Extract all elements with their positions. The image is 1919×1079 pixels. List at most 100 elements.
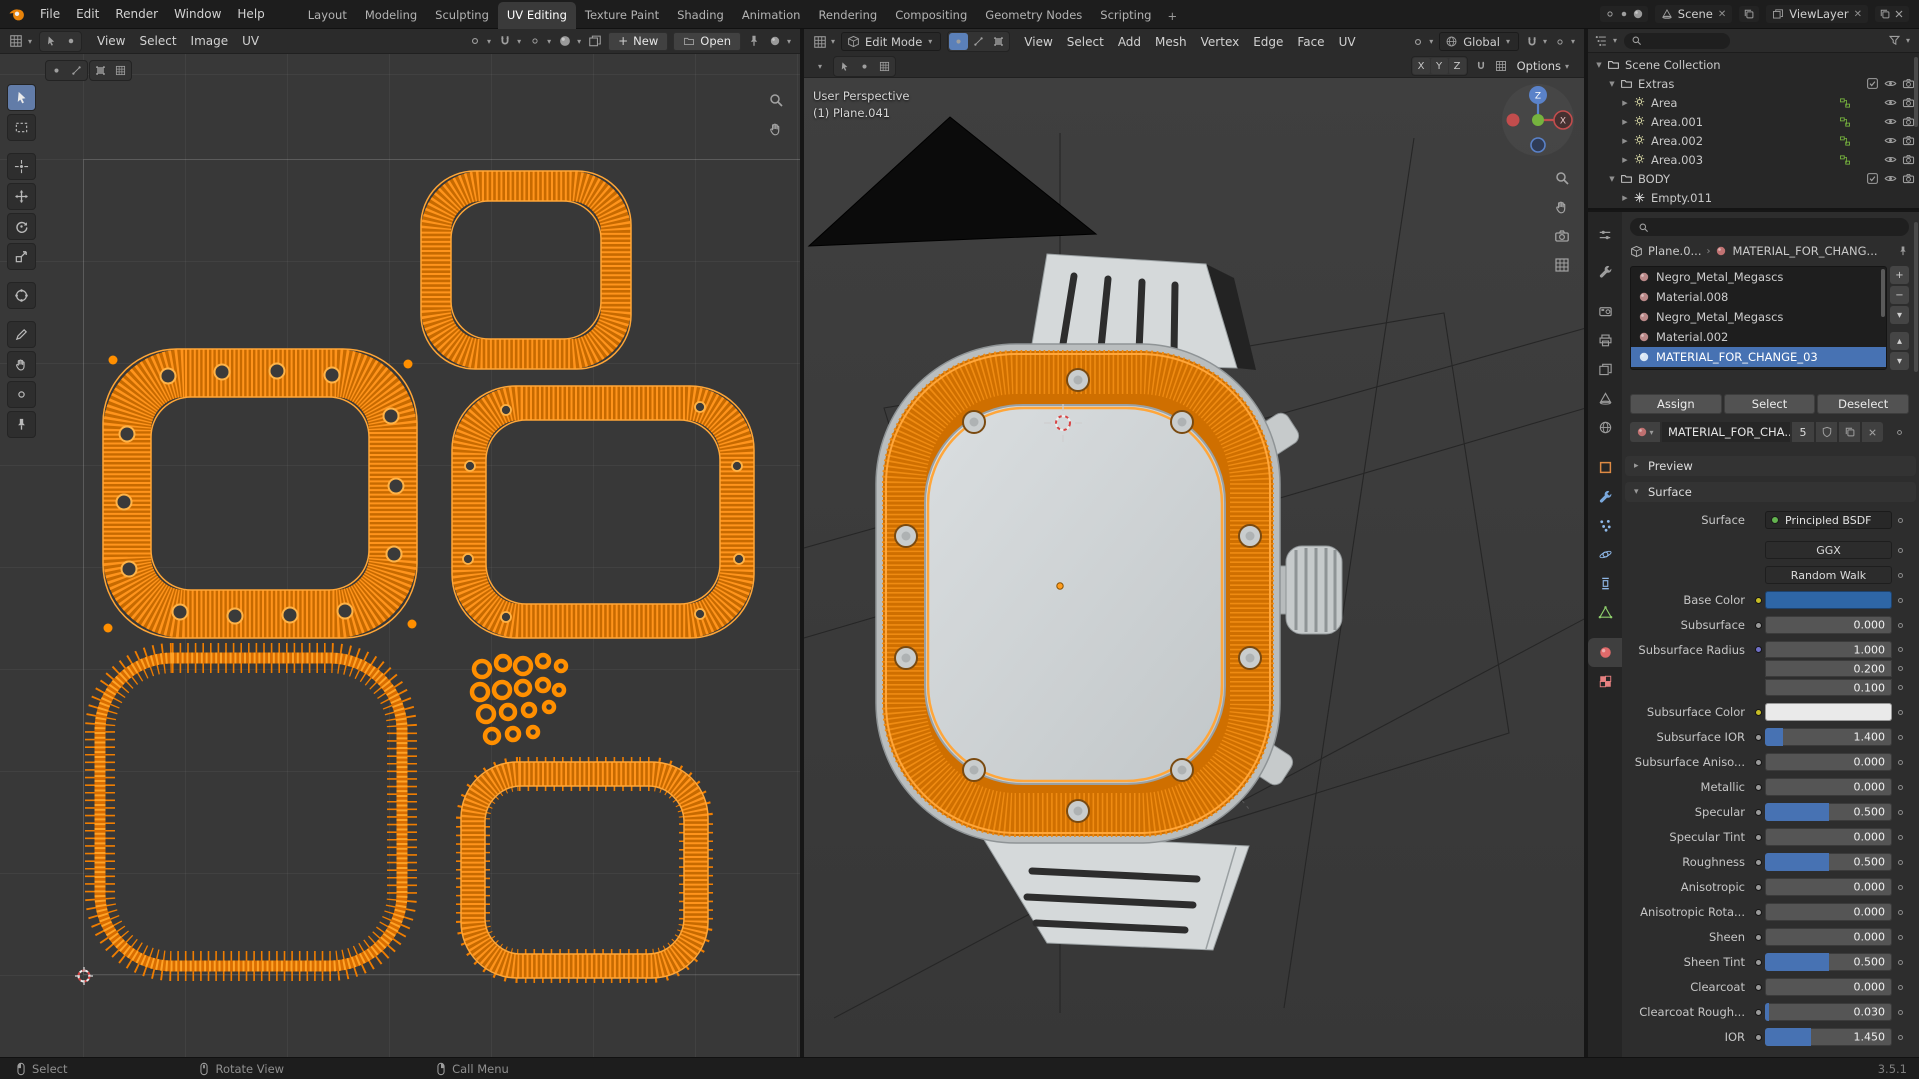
viewlayer-selector[interactable]: ViewLayer ✕	[1766, 5, 1868, 23]
outliner-item-label[interactable]: Scene Collection	[1625, 58, 1721, 72]
viewport-menu-select[interactable]: Select	[1060, 32, 1111, 52]
viewport-hand-icon[interactable]	[1554, 199, 1570, 215]
number-field[interactable]: 0.100	[1765, 679, 1892, 696]
menu-edit[interactable]: Edit	[68, 3, 107, 25]
overlay-extra-icon[interactable]	[1491, 57, 1511, 76]
decorator-dot[interactable]	[1898, 834, 1903, 840]
proportional-edit-icon[interactable]	[1550, 32, 1570, 51]
decorator-dot[interactable]	[1898, 622, 1903, 628]
editor-type-button[interactable]	[1594, 34, 1608, 48]
uv-island-select-icon[interactable]	[111, 62, 130, 79]
scene-selector[interactable]: Scene ✕	[1654, 5, 1733, 23]
falloff-icon[interactable]	[555, 32, 575, 51]
display-mode-icons[interactable]	[1599, 6, 1648, 22]
slot-specials-button[interactable]: ▾	[1890, 306, 1909, 324]
properties-tab-object-data[interactable]	[1588, 598, 1622, 627]
viewlayer-buttons[interactable]	[1875, 6, 1909, 22]
properties-tab-physics[interactable]	[1588, 540, 1622, 569]
decorator-dot[interactable]	[1898, 572, 1903, 578]
overlay-icon-3[interactable]	[875, 58, 894, 75]
decorator-dot[interactable]	[1898, 784, 1903, 790]
properties-scrollbar[interactable]	[1914, 222, 1918, 372]
outliner-item-label[interactable]: Extras	[1638, 77, 1674, 91]
new-image-button[interactable]: + New	[608, 31, 669, 51]
properties-tab-material[interactable]	[1588, 638, 1622, 667]
properties-tab-tool[interactable]	[1588, 257, 1622, 286]
material-slot-material-008[interactable]: Material.008	[1631, 287, 1886, 307]
slider-anisotropic[interactable]: 0.000	[1765, 878, 1892, 896]
slider-clearcoat[interactable]: 0.000	[1765, 978, 1892, 996]
tool-scale[interactable]	[7, 243, 36, 270]
outliner-row-empty-011[interactable]: ▶ Empty.011	[1588, 188, 1919, 207]
expand-arrow[interactable]: ▶	[1619, 194, 1631, 202]
slider-specular[interactable]: 0.500	[1765, 803, 1892, 821]
workspace-tab-animation[interactable]: Animation	[733, 2, 810, 29]
camera-icon[interactable]	[1902, 172, 1915, 185]
properties-tab-modifiers[interactable]	[1588, 482, 1622, 511]
expand-arrow[interactable]: ▼	[1593, 61, 1605, 69]
distribution-dropdown[interactable]: GGX	[1765, 541, 1892, 559]
workspace-tab-texture-paint[interactable]: Texture Paint	[576, 2, 668, 29]
uv-island-bezel-left[interactable]	[102, 348, 418, 639]
add-slot-button[interactable]: +	[1890, 266, 1909, 284]
decorator-dot[interactable]	[1898, 547, 1903, 553]
remove-slot-button[interactable]: −	[1890, 286, 1909, 304]
uv-menu-uv[interactable]: UV	[235, 31, 266, 51]
slider-specular-tint[interactable]: 0.000	[1765, 828, 1892, 846]
new-viewlayer-icon[interactable]	[1879, 8, 1891, 20]
blender-logo-icon[interactable]	[6, 5, 28, 23]
viewport-menu-face[interactable]: Face	[1290, 32, 1331, 52]
proportional-edit-icon[interactable]	[525, 32, 545, 51]
move-slot-down-button[interactable]: ▾	[1890, 352, 1909, 370]
surface-section-header[interactable]: ▾ Surface	[1625, 482, 1916, 502]
outliner-item-label[interactable]: Area.001	[1651, 115, 1703, 129]
decorator-dot[interactable]	[1898, 734, 1903, 740]
move-slot-up-button[interactable]: ▴	[1890, 332, 1909, 350]
add-workspace-button[interactable]: +	[1160, 3, 1184, 29]
surface-shader-selector[interactable]: Principled BSDF	[1765, 511, 1892, 529]
outliner-item-label[interactable]: BODY	[1638, 172, 1670, 186]
face-select-button[interactable]	[989, 33, 1008, 50]
properties-tab-render[interactable]	[1588, 297, 1622, 326]
editor-type-button[interactable]	[6, 32, 26, 51]
overlay-icon-2[interactable]	[855, 58, 874, 75]
watch-strap-bottom[interactable]	[979, 832, 1250, 951]
decorator-dot[interactable]	[1898, 759, 1903, 765]
vertex-select-button[interactable]	[949, 33, 969, 50]
browse-material-button[interactable]: ▾	[1630, 422, 1660, 442]
new-material-button[interactable]	[1839, 422, 1860, 442]
menu-file[interactable]: File	[32, 3, 68, 25]
solid-shading-icon[interactable]	[1618, 8, 1630, 20]
decorator-dot[interactable]	[1898, 859, 1903, 865]
subsurface-method-dropdown[interactable]: Random Walk	[1765, 566, 1892, 584]
decorator-dot[interactable]	[1898, 1009, 1903, 1015]
outliner-row-area-001[interactable]: ▶ Area.001	[1588, 112, 1919, 131]
remove-viewlayer-icon[interactable]	[1893, 8, 1905, 20]
properties-tab-scene[interactable]	[1588, 384, 1622, 413]
decorator-dot[interactable]	[1898, 1034, 1903, 1040]
workspace-tab-scripting[interactable]: Scripting	[1091, 2, 1160, 29]
slider-roughness[interactable]: 0.500	[1765, 853, 1892, 871]
material-extras-icon[interactable]	[1890, 423, 1909, 442]
workspace-tab-layout[interactable]: Layout	[299, 2, 356, 29]
pivot-point-icon[interactable]	[1408, 32, 1428, 51]
outliner-row-area[interactable]: ▶ Area	[1588, 93, 1919, 112]
viewlayer-unlink-icon[interactable]: ✕	[1854, 9, 1862, 20]
eye-icon[interactable]	[1884, 115, 1897, 128]
eye-icon[interactable]	[1884, 134, 1897, 147]
eye-icon[interactable]	[1884, 96, 1897, 109]
uv-select-mode-icon[interactable]	[61, 33, 80, 50]
overlay-icon-1[interactable]	[835, 58, 854, 75]
uv-island-bezel-bottom[interactable]	[456, 757, 713, 983]
properties-tab-particles[interactable]	[1588, 511, 1622, 540]
scene-buttons[interactable]	[1739, 6, 1760, 22]
expand-arrow[interactable]: ▼	[1606, 175, 1618, 183]
material-slot-material-002[interactable]: Material.002	[1631, 327, 1886, 347]
tool-tweak[interactable]	[7, 84, 36, 111]
material-users-button[interactable]: 5	[1792, 422, 1814, 442]
workspace-tab-compositing[interactable]: Compositing	[886, 2, 976, 29]
material-slot-negro-metal-megascs[interactable]: Negro_Metal_Megascs	[1631, 267, 1886, 287]
material-shading-icon[interactable]	[1632, 8, 1644, 20]
slider-subsurface-ior[interactable]: 1.400	[1765, 728, 1892, 746]
properties-tab-world[interactable]	[1588, 413, 1622, 442]
